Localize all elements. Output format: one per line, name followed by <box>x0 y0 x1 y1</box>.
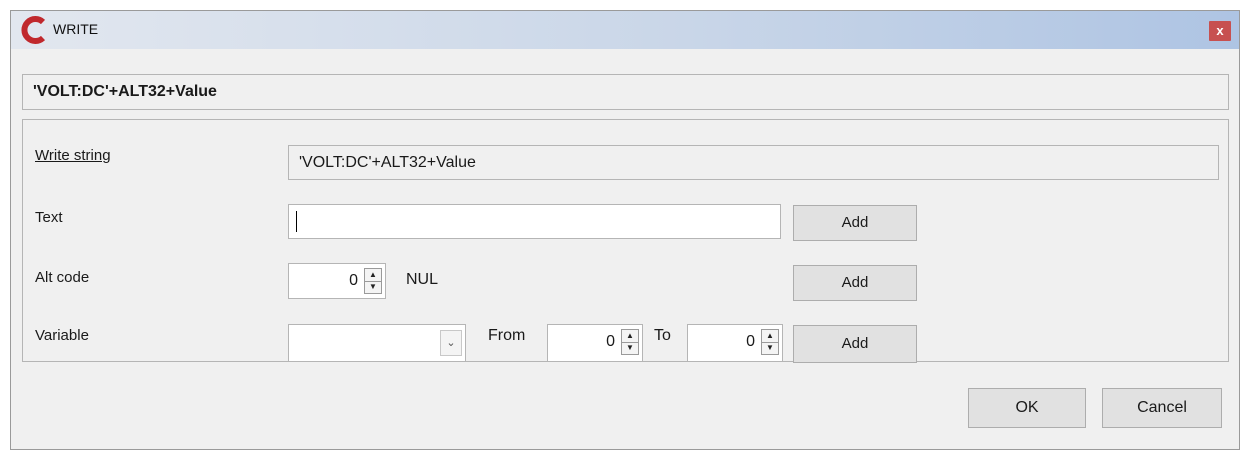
alt-code-value: 0 <box>349 272 358 289</box>
spin-down-icon[interactable]: ▼ <box>762 342 778 354</box>
variable-select[interactable]: ⌄ <box>288 324 466 362</box>
text-cursor <box>296 211 297 232</box>
add-text-button[interactable]: Add <box>793 205 917 241</box>
from-label: From <box>488 327 526 344</box>
close-icon: x <box>1216 23 1224 38</box>
app-logo-icon <box>21 16 46 44</box>
write-string-label[interactable]: Write string <box>35 147 111 164</box>
write-options-group: Write string 'VOLT:DC'+ALT32+Value Text … <box>22 119 1229 363</box>
to-label: To <box>654 327 671 344</box>
spin-down-icon[interactable]: ▼ <box>365 281 381 293</box>
write-dialog: WRITE x 'VOLT:DC'+ALT32+Value Write stri… <box>10 10 1240 450</box>
from-value: 0 <box>606 333 615 350</box>
to-stepper[interactable]: 0 ▲ ▼ <box>687 324 783 362</box>
alt-code-char-name: NUL <box>406 271 439 288</box>
add-alt-code-button[interactable]: Add <box>793 265 917 301</box>
variable-label: Variable <box>35 327 89 344</box>
add-variable-button[interactable]: Add <box>793 325 917 363</box>
from-stepper[interactable]: 0 ▲ ▼ <box>547 324 643 362</box>
close-button[interactable]: x <box>1209 21 1231 41</box>
alt-code-label: Alt code <box>35 269 90 286</box>
alt-code-spin: ▲ ▼ <box>364 268 382 294</box>
to-value: 0 <box>746 333 755 350</box>
from-spin: ▲ ▼ <box>621 329 639 355</box>
chevron-down-icon[interactable]: ⌄ <box>440 330 462 356</box>
alt-code-stepper[interactable]: 0 ▲ ▼ <box>288 263 386 299</box>
cancel-button[interactable]: Cancel <box>1102 388 1222 428</box>
text-input[interactable] <box>288 204 781 239</box>
window-title: WRITE <box>53 21 99 37</box>
text-label: Text <box>35 209 63 226</box>
command-preview: 'VOLT:DC'+ALT32+Value <box>22 74 1229 110</box>
ok-button[interactable]: OK <box>968 388 1086 428</box>
spin-down-icon[interactable]: ▼ <box>622 342 638 354</box>
title-bar[interactable]: WRITE x <box>11 11 1239 49</box>
to-spin: ▲ ▼ <box>761 329 779 355</box>
write-string-field: 'VOLT:DC'+ALT32+Value <box>288 145 1219 180</box>
